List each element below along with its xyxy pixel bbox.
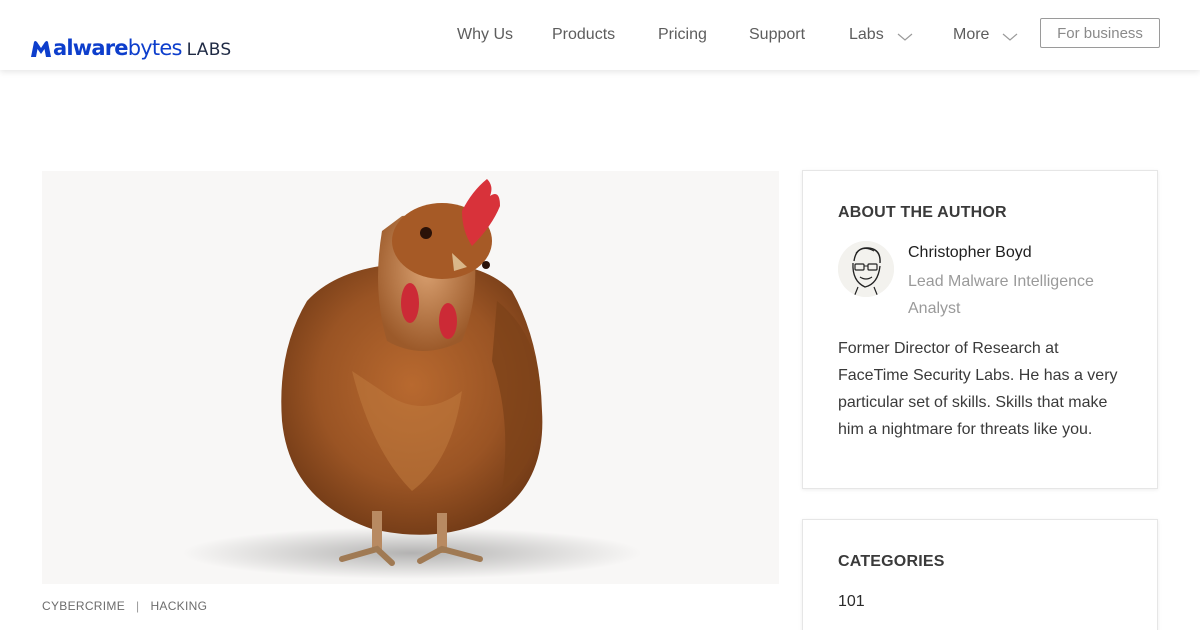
nav-labs[interactable]: Labs (849, 26, 913, 44)
author-name[interactable]: Christopher Boyd (908, 244, 1032, 262)
chevron-down-icon (1003, 33, 1018, 41)
nav-why-us[interactable]: Why Us (457, 26, 513, 44)
categories-card: CATEGORIES 101 (802, 519, 1158, 630)
tag-hacking[interactable]: HACKING (150, 599, 207, 613)
nav-support[interactable]: Support (749, 26, 805, 44)
nav-label: Pricing (658, 26, 707, 43)
nav-more[interactable]: More (953, 26, 1018, 44)
malwarebytes-labs-logo[interactable]: alwarebytes LABS (30, 36, 231, 62)
nav-label: Why Us (457, 26, 513, 43)
logo-wordmark-part: bytes (127, 36, 183, 60)
nav-products[interactable]: Products (552, 26, 615, 44)
malwarebytes-m-logo-icon (31, 41, 51, 57)
article-title-cutoff (40, 624, 600, 630)
logo-labs-text: LABS (186, 40, 232, 60)
author-role: Lead Malware Intelligence Analyst (908, 273, 1094, 317)
article-tags: CYBERCRIME | HACKING (42, 599, 207, 613)
article-hero-image (42, 171, 779, 584)
author-avatar[interactable] (838, 241, 894, 297)
site-header: alwarebytes LABS Why Us Products Pricing… (0, 0, 1200, 70)
logo-wordmark-part: alware (53, 36, 129, 60)
nav-label: Products (552, 26, 616, 43)
nav-label: More (953, 26, 990, 43)
nav-pricing[interactable]: Pricing (658, 26, 707, 44)
tag-separator: | (136, 599, 140, 613)
chevron-down-icon (897, 33, 913, 41)
about-author-card: ABOUT THE AUTHOR Christopher Boyd Lead M… (802, 170, 1158, 489)
for-business-button[interactable]: For business (1040, 18, 1160, 48)
about-author-heading: ABOUT THE AUTHOR (838, 204, 1007, 221)
author-bio: Former Director of Research at FaceTime … (838, 340, 1118, 438)
chicken-illustration (42, 171, 779, 584)
author-caricature-icon (838, 241, 894, 297)
nav-label: Labs (849, 26, 884, 43)
tag-cybercrime[interactable]: CYBERCRIME (42, 599, 125, 613)
logo-wordmark: alwarebytes (53, 36, 182, 60)
category-item[interactable]: 101 (838, 593, 865, 611)
nav-label: Support (749, 26, 806, 43)
categories-heading: CATEGORIES (838, 553, 945, 570)
